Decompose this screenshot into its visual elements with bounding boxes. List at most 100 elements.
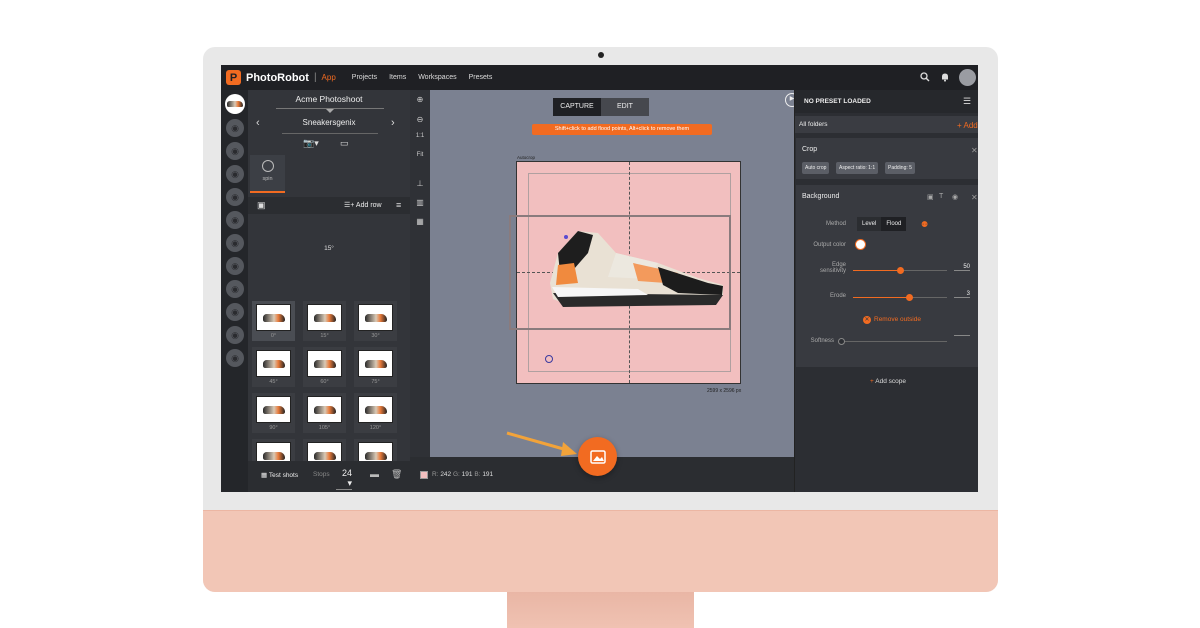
item-panel: Acme Photoshoot ‹ Sneakersgenix › 📷▾ ▭ s…: [248, 90, 410, 492]
camera-select-icon[interactable]: 📷▾: [303, 138, 319, 149]
camera-slot-icon[interactable]: ◉: [226, 142, 244, 160]
frame-thumbnail[interactable]: 45°: [252, 347, 295, 387]
softness-value[interactable]: [954, 335, 970, 336]
eye-icon[interactable]: ◉: [952, 193, 958, 201]
edit-canvas[interactable]: CAPTURE EDIT Shift+click to add flood po…: [430, 90, 799, 457]
close-icon[interactable]: ✕: [971, 146, 978, 155]
softness-slider-knob[interactable]: [838, 338, 845, 345]
camera-slot-icon[interactable]: ◉: [226, 257, 244, 275]
row-label: 15°: [324, 245, 334, 252]
frame-thumbnail[interactable]: 90°: [252, 393, 295, 433]
frame-shoe: [365, 314, 387, 322]
camera-slot-icon[interactable]: ◉: [226, 119, 244, 137]
add-row-button[interactable]: ☰+ Add row: [344, 201, 382, 209]
frame-thumbnail[interactable]: 60°: [303, 347, 346, 387]
frame-image: [307, 304, 342, 331]
nav-presets[interactable]: Presets: [469, 74, 493, 81]
add-folder-icon[interactable]: ▣: [257, 200, 266, 211]
output-color-picker[interactable]: [855, 239, 866, 250]
search-icon[interactable]: [919, 72, 930, 83]
close-icon[interactable]: ✕: [971, 193, 978, 202]
image-action-button[interactable]: [578, 437, 617, 476]
nav-projects[interactable]: Projects: [352, 74, 377, 81]
remove-outside-button[interactable]: ✕ Remove outside: [863, 316, 924, 324]
add-folder-button[interactable]: + Add: [957, 121, 978, 130]
item-title[interactable]: Sneakersgenix: [248, 118, 410, 127]
frame-shoe: [263, 452, 285, 460]
frame-thumbnail[interactable]: 105°: [303, 393, 346, 433]
camera-slot-icon[interactable]: ◉: [226, 165, 244, 183]
logo[interactable]: P PhotoRobot | App: [226, 70, 336, 85]
erode-label: Erode: [829, 293, 846, 299]
edge-slider-knob[interactable]: [897, 267, 904, 274]
image-frame[interactable]: [509, 161, 741, 384]
add-scope-button[interactable]: + Add scope: [870, 378, 906, 385]
test-shots-button[interactable]: ▦ Test shots: [261, 471, 298, 479]
frame-shoe: [365, 360, 387, 368]
edge-slider[interactable]: [853, 267, 947, 274]
zoom-1-1-button[interactable]: 1:1: [413, 133, 427, 139]
crop-chip[interactable]: Auto crop: [802, 162, 830, 174]
zoom-fit-button[interactable]: Fit: [413, 152, 427, 158]
trash-icon[interactable]: 🗑: [391, 469, 402, 480]
selection-box[interactable]: [509, 215, 731, 330]
item-thumbnail[interactable]: [225, 94, 245, 114]
project-title[interactable]: Acme Photoshoot: [248, 94, 410, 104]
frame-thumbnail[interactable]: 120°: [354, 393, 397, 433]
flood-point[interactable]: [545, 355, 553, 363]
menu-icon[interactable]: ≡: [396, 200, 401, 210]
tab-capture[interactable]: CAPTURE: [553, 98, 601, 116]
frame-shoe: [314, 452, 336, 460]
camera-slot-icon[interactable]: ◉: [226, 211, 244, 229]
brand-name: PhotoRobot: [246, 71, 309, 84]
monitor-camera: [598, 52, 604, 58]
crop-title: Crop: [802, 146, 818, 153]
save-icon[interactable]: ▣: [927, 193, 934, 201]
filmstrip-icon[interactable]: ▥: [413, 198, 427, 207]
frame-thumbnail[interactable]: 75°: [354, 347, 397, 387]
zoom-out-icon[interactable]: ⊖: [413, 115, 427, 124]
align-icon[interactable]: ⊥: [413, 179, 427, 188]
nav-workspaces[interactable]: Workspaces: [418, 74, 456, 81]
camera-slot-icon[interactable]: ◉: [226, 349, 244, 367]
tab-spin[interactable]: spin: [250, 155, 285, 192]
method-level[interactable]: Level: [857, 217, 882, 231]
avatar[interactable]: [959, 69, 976, 86]
frame-thumbnail[interactable]: 30°: [354, 301, 397, 341]
erode-slider-knob[interactable]: [906, 294, 914, 301]
crop-chip[interactable]: Padding: 5: [885, 162, 915, 174]
flood-method-icon[interactable]: ⚉: [921, 220, 928, 229]
camera-slot-icon[interactable]: ◉: [226, 303, 244, 321]
method-flood[interactable]: Flood: [881, 217, 907, 231]
frame-angle-label: 60°: [320, 379, 329, 385]
erode-slider[interactable]: [853, 294, 947, 301]
frame-thumbnail[interactable]: 15°: [303, 301, 346, 341]
folders-row[interactable]: All folders + Add: [795, 116, 978, 133]
softness-slider[interactable]: [838, 338, 947, 345]
tab-edit[interactable]: EDIT: [601, 98, 649, 116]
camera-slot-icon[interactable]: ◉: [226, 188, 244, 206]
camera-slot-icon[interactable]: ◉: [226, 280, 244, 298]
panel-menu-icon[interactable]: ☰: [963, 96, 971, 107]
remove-icon: ✕: [863, 316, 871, 324]
next-item-icon[interactable]: ›: [391, 117, 395, 129]
grid-icon[interactable]: ▦: [413, 217, 427, 226]
comment-icon[interactable]: ▭: [340, 138, 349, 149]
erode-value[interactable]: 3: [954, 291, 970, 298]
project-dropdown-icon[interactable]: [326, 109, 334, 113]
edge-value[interactable]: 50: [954, 264, 970, 271]
plus-icon: +: [870, 378, 874, 385]
background-title: Background: [802, 193, 840, 200]
zoom-in-icon[interactable]: ⊕: [413, 95, 427, 104]
frame-shoe: [314, 360, 336, 368]
text-icon[interactable]: T: [939, 193, 943, 200]
camera-slot-icon[interactable]: ◉: [226, 326, 244, 344]
bell-icon[interactable]: [939, 72, 950, 83]
camera-slot-icon[interactable]: ◉: [226, 234, 244, 252]
folder-icon[interactable]: ▬: [370, 469, 379, 479]
frame-thumbnail[interactable]: 0°: [252, 301, 295, 341]
crop-chip[interactable]: Aspect ratio: 1:1: [836, 162, 879, 174]
stops-select[interactable]: 24 ▾: [336, 468, 352, 490]
add-row-label: Add row: [355, 202, 382, 209]
nav-items[interactable]: Items: [389, 74, 406, 81]
